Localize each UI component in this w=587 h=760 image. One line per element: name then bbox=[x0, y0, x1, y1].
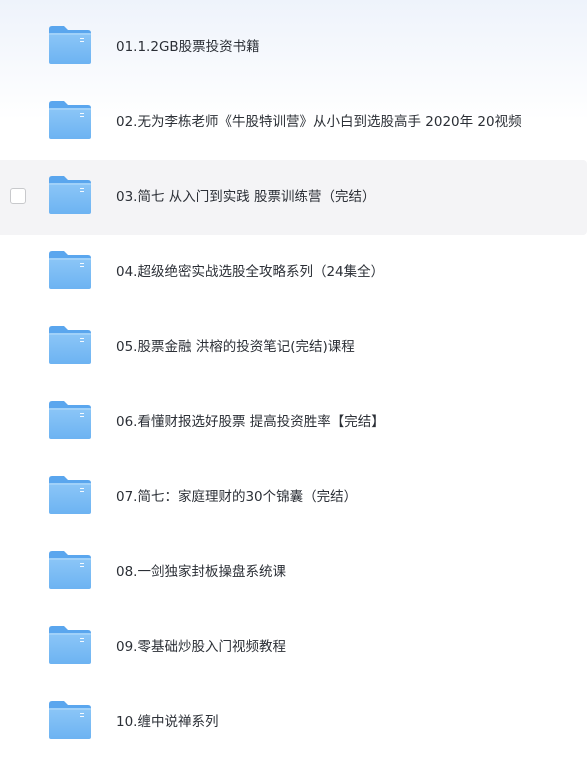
folder-name: 07.简七：家庭理财的30个锦囊（完结） bbox=[116, 489, 358, 505]
folder-icon bbox=[49, 101, 91, 139]
folder-row[interactable]: 02.无为李栋老师《牛股特训营》从小白到选股高手 2020年 20视频 bbox=[0, 85, 587, 160]
folder-row[interactable]: 10.缠中说禅系列 bbox=[0, 685, 587, 760]
folder-name: 01.1.2GB股票投资书籍 bbox=[116, 39, 260, 55]
folder-icon bbox=[49, 401, 91, 439]
folder-row[interactable]: 04.超级绝密实战选股全攻略系列（24集全） bbox=[0, 235, 587, 310]
folder-name: 09.零基础炒股入门视频教程 bbox=[116, 639, 286, 655]
folder-row[interactable]: 05.股票金融 洪榕的投资笔记(完结)课程 bbox=[0, 310, 587, 385]
folder-icon bbox=[49, 551, 91, 589]
folder-icon bbox=[49, 701, 91, 739]
folder-row[interactable]: 03.简七 从入门到实践 股票训练营（完结） bbox=[0, 160, 587, 235]
folder-icon bbox=[49, 26, 91, 64]
folder-icon bbox=[49, 326, 91, 364]
folder-icon bbox=[49, 251, 91, 289]
folder-icon bbox=[49, 626, 91, 664]
folder-name: 05.股票金融 洪榕的投资笔记(完结)课程 bbox=[116, 339, 355, 355]
checkbox-icon[interactable] bbox=[10, 188, 26, 204]
folder-icon bbox=[49, 476, 91, 514]
folder-name: 04.超级绝密实战选股全攻略系列（24集全） bbox=[116, 264, 385, 280]
folder-name: 10.缠中说禅系列 bbox=[116, 714, 219, 730]
folder-name: 03.简七 从入门到实践 股票训练营（完结） bbox=[116, 189, 376, 205]
folder-row[interactable]: 08.一剑独家封板操盘系统课 bbox=[0, 535, 587, 610]
folder-name: 08.一剑独家封板操盘系统课 bbox=[116, 564, 286, 580]
folder-name: 06.看懂财报选好股票 提高投资胜率【完结】 bbox=[116, 414, 385, 430]
file-list: 01.1.2GB股票投资书籍 02.无为李栋老师《牛股特训营》从小白到选股高手 … bbox=[0, 10, 587, 760]
folder-icon bbox=[49, 176, 91, 214]
folder-row[interactable]: 07.简七：家庭理财的30个锦囊（完结） bbox=[0, 460, 587, 535]
folder-row[interactable]: 09.零基础炒股入门视频教程 bbox=[0, 610, 587, 685]
folder-row[interactable]: 06.看懂财报选好股票 提高投资胜率【完结】 bbox=[0, 385, 587, 460]
folder-row[interactable]: 01.1.2GB股票投资书籍 bbox=[0, 10, 587, 85]
folder-name: 02.无为李栋老师《牛股特训营》从小白到选股高手 2020年 20视频 bbox=[116, 114, 522, 130]
